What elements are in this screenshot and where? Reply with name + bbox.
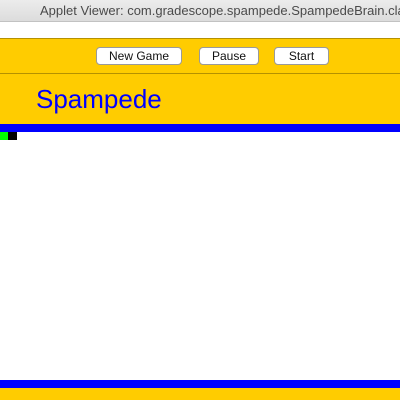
game-footer [0,388,400,400]
game-board[interactable] [0,132,400,380]
snake-head-segment [8,132,17,140]
pause-button[interactable]: Pause [199,47,259,65]
control-toolbar: New Game Pause Start [0,38,400,74]
applet-window: Applet Viewer: com.gradescope.spampede.S… [0,0,400,400]
game-header: Spampede [0,74,400,124]
new-game-button[interactable]: New Game [96,47,182,65]
snake-body-segment [0,132,8,140]
window-titlebar[interactable]: Applet Viewer: com.gradescope.spampede.S… [0,0,400,22]
board-bottom-wall [0,380,400,388]
game-title: Spampede [36,84,162,114]
start-button[interactable]: Start [274,47,329,65]
window-title: Applet Viewer: com.gradescope.spampede.S… [40,3,400,18]
board-top-wall [0,124,400,132]
